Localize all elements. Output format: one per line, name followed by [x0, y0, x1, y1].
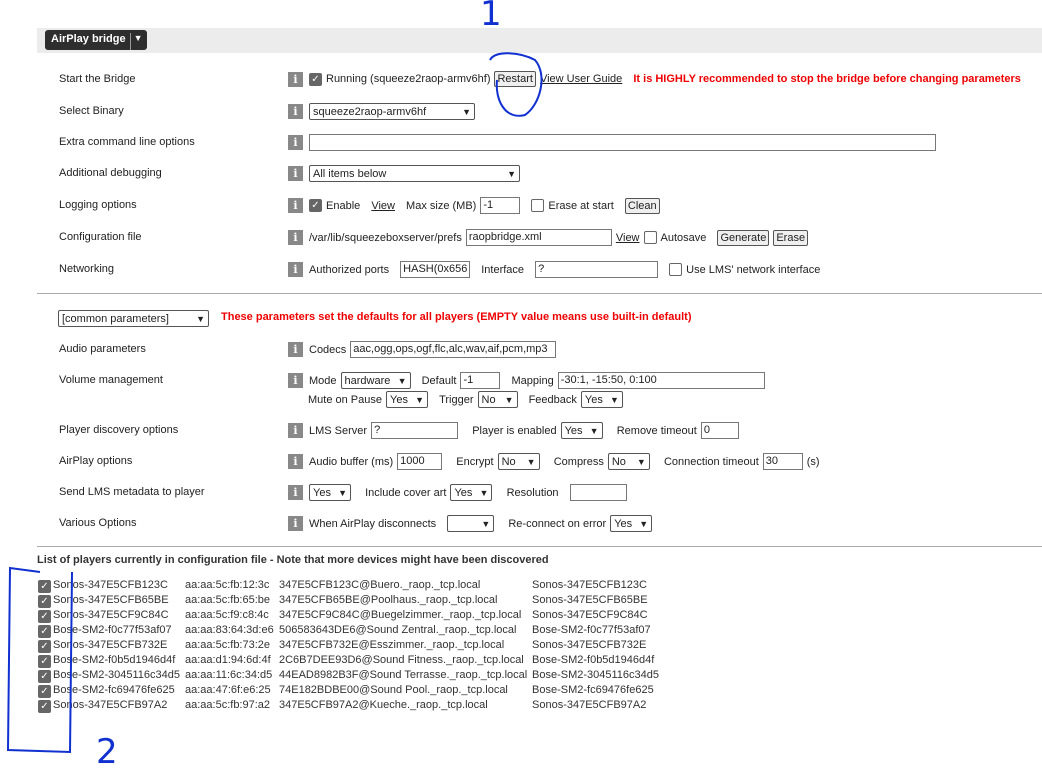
circle-annotation [489, 52, 543, 117]
annotation-number-1: 1 [480, 0, 502, 34]
handwritten-annotations [6, 52, 543, 754]
bracket-annotation [6, 566, 73, 754]
annotation-number-2: 2 [96, 732, 118, 772]
